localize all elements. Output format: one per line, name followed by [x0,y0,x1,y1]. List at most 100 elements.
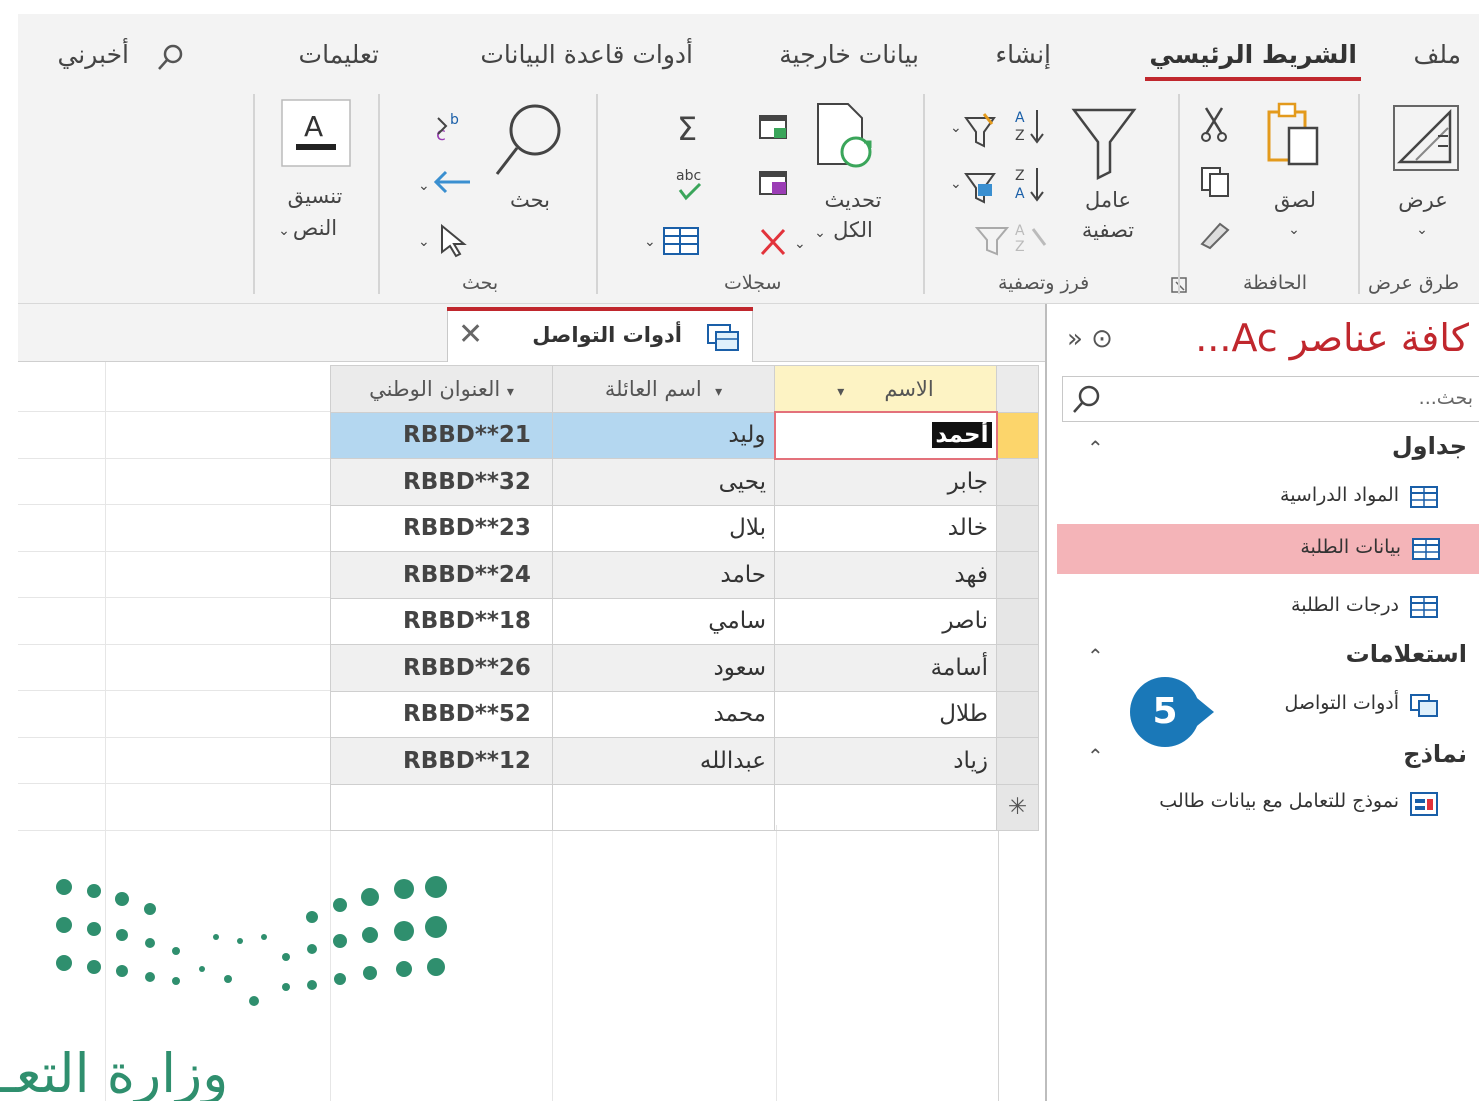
family-name-cell[interactable]: سامي [552,597,775,645]
tab-tell-me[interactable]: أخبرني [57,40,129,69]
document-tab[interactable]: أدوات التواصل ✕ [447,307,753,362]
name-cell-editing[interactable]: أحمد [773,411,998,460]
selection-filter-icon[interactable]: ⌄ [948,110,1006,150]
filter-button-label-1[interactable]: عامل [1068,184,1148,216]
national-address-cell[interactable]: RBBD**12 [330,737,553,785]
tab-home[interactable]: الشريط الرئيسي [1145,40,1361,81]
dropdown-arrow-icon[interactable]: ▾ [715,384,722,400]
nav-item-subjects[interactable]: المواد الدراسية [1055,472,1479,522]
row-selector[interactable] [996,737,1039,785]
nav-search-input[interactable]: بحث... [1062,376,1479,422]
table-row[interactable]: RBBD**24 حامد فهد [330,551,1039,599]
table-row[interactable]: RBBD**21 وليد أحمد [330,411,1039,460]
filter-icon[interactable] [1070,102,1140,182]
row-selector[interactable] [996,504,1039,552]
tab-external-data[interactable]: بيانات خارجية [779,40,919,69]
row-selector[interactable] [996,690,1039,738]
search-icon[interactable] [156,42,186,72]
name-cell[interactable]: خالد [774,504,997,552]
nav-pane-title[interactable]: كافة عناصر Ac... [1195,316,1469,360]
select-icon[interactable]: ⌄ [416,220,476,260]
tab-help[interactable]: تعليمات [299,40,379,69]
nav-item-student-grades[interactable]: درجات الطلبة [1055,582,1479,632]
delete-record-icon[interactable]: ⌄ [756,226,816,262]
family-name-cell[interactable] [552,783,775,831]
column-header-family-name[interactable]: ▾ اسم العائلة [552,365,775,413]
table-row[interactable]: RBBD**18 سامي ناصر [330,597,1039,645]
national-address-cell[interactable]: RBBD**52 [330,690,553,738]
dropdown-arrow-icon[interactable]: ▾ [837,384,844,400]
national-address-cell[interactable]: RBBD**32 [330,458,553,506]
family-name-cell[interactable]: محمد [552,690,775,738]
national-address-cell[interactable]: RBBD**24 [330,551,553,599]
name-cell[interactable] [774,783,997,831]
new-record-icon[interactable] [756,110,792,146]
sort-ascending-icon[interactable]: A Z [1013,106,1047,146]
font-color-icon[interactable]: A [280,98,352,168]
nav-item-student-data[interactable]: بيانات الطلبة [1057,524,1479,574]
national-address-cell[interactable] [330,783,553,831]
filter-button-label-2[interactable]: تصفية [1068,214,1148,246]
search-icon[interactable] [1071,383,1103,415]
paste-button-label[interactable]: لصق [1263,184,1327,216]
row-selector[interactable] [996,644,1039,692]
collapse-icon[interactable]: ⌃ [1087,744,1104,768]
family-name-cell[interactable]: سعود [552,644,775,692]
nav-pane-controls[interactable]: » ⊙ [1067,324,1113,354]
family-name-cell[interactable]: بلال [552,504,775,552]
name-cell[interactable]: أسامة [774,644,997,692]
row-selector[interactable] [996,597,1039,645]
name-cell[interactable]: جابر [774,458,997,506]
refresh-button-label-1[interactable]: تحديث [810,184,896,216]
new-record-marker[interactable]: ✳ [996,783,1039,831]
table-row[interactable]: RBBD**12 عبدالله زياد [330,737,1039,785]
paste-dropdown-icon[interactable]: ⌄ [1284,214,1304,246]
copy-icon[interactable] [1198,164,1232,200]
sort-descending-icon[interactable]: Z A [1013,164,1047,204]
collapse-icon[interactable]: ⌃ [1087,436,1104,460]
selected-text[interactable]: أحمد [932,422,992,449]
dropdown-arrow-icon[interactable]: ▾ [507,384,514,400]
select-all-corner[interactable] [996,365,1039,413]
column-header-name[interactable]: الاسم ▾ [774,365,997,413]
find-icon[interactable] [493,100,565,184]
nav-group-queries[interactable]: استعلامات [1346,640,1467,668]
paste-icon[interactable] [1263,98,1323,178]
national-address-cell[interactable]: RBBD**23 [330,504,553,552]
name-cell[interactable]: طلال [774,690,997,738]
advanced-filter-icon[interactable]: ⌄ [948,166,1006,206]
table-row[interactable]: RBBD**26 سعود أسامة [330,644,1039,692]
family-name-cell[interactable]: يحيى [552,458,775,506]
tab-create[interactable]: إنشاء [995,40,1051,69]
find-button-label[interactable]: بحث [498,184,562,216]
totals-icon[interactable]: Σ [673,110,709,152]
view-button-label[interactable]: عرض [1383,184,1463,216]
nav-item-student-form[interactable]: نموذج للتعامل مع بيانات طالب [1055,778,1479,828]
row-selector[interactable] [996,551,1039,599]
clipboard-launcher-icon[interactable] [1170,276,1190,296]
cut-icon[interactable] [1198,104,1232,144]
table-row[interactable]: RBBD**32 يحيى جابر [330,458,1039,506]
collapse-icon[interactable]: ⌃ [1087,644,1104,668]
refresh-all-icon[interactable] [808,100,878,180]
remove-sort-icon[interactable]: A Z [1013,219,1047,255]
column-header-national-address[interactable]: ▾ العنوان الوطني [330,365,553,413]
name-cell[interactable]: فهد [774,551,997,599]
tab-file[interactable]: ملف [1413,40,1461,69]
format-painter-icon[interactable] [1196,214,1234,250]
replace-icon[interactable]: b c [416,104,476,150]
toggle-filter-icon[interactable] [973,222,1013,258]
family-name-cell[interactable]: عبدالله [552,737,775,785]
tab-database-tools[interactable]: أدوات قاعدة البيانات [480,40,693,69]
table-row[interactable]: RBBD**52 محمد طلال [330,690,1039,738]
family-name-cell[interactable]: حامد [552,551,775,599]
nav-group-forms[interactable]: نماذج [1403,740,1467,768]
nav-item-communication-tools[interactable]: أدوات التواصل [1055,680,1479,730]
name-cell[interactable]: زياد [774,737,997,785]
goto-icon[interactable]: ⌄ [416,164,476,204]
row-selector[interactable] [996,411,1039,459]
nav-group-tables[interactable]: جداول [1392,432,1467,460]
table-row[interactable]: RBBD**23 بلال خالد [330,504,1039,552]
new-record-row[interactable]: ✳ [330,783,1039,831]
row-selector[interactable] [996,458,1039,506]
